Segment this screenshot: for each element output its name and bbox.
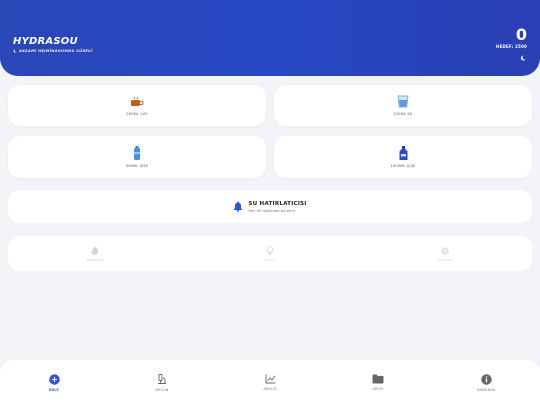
drink-card-tea[interactable]: 200ML ÇAY (8, 85, 266, 126)
reminder-title: SU HATIRLATICISI (248, 200, 307, 207)
drink-card-large-bottle[interactable]: 1000ML ŞİŞE (274, 136, 532, 178)
nav-analysis[interactable]: ANALİZ (230, 374, 310, 391)
reminder-text: SU HATIRLATICISI Her 90 dakikada bildiri… (248, 201, 306, 213)
extra-label: AYARLAR (437, 257, 452, 262)
bottom-nav: EKLE BUGÜN ANALİZ ARŞİV HAKKINDA (0, 360, 540, 405)
water-bottle-icon (134, 146, 140, 160)
chart-icon (265, 374, 275, 384)
lightbulb-icon (266, 245, 274, 255)
water-reminder[interactable]: SU HATIRLATICISI Her 90 dakikada bildiri… (8, 190, 532, 223)
nav-today[interactable]: BUGÜN (122, 373, 202, 392)
app-title: HYDRASOU (13, 36, 78, 47)
nav-label: BUGÜN (155, 387, 169, 392)
brand: HYDRASOU AKŞAMI HEJMİNAHUMDU SÜRECİ (13, 36, 93, 53)
extra-label: İPUCU (265, 257, 275, 262)
nav-label: ANALİZ (263, 387, 277, 391)
subtitle-text: AKŞAMI HEJMİNAHUMDU SÜRECİ (19, 49, 93, 53)
drink-label: 200ML SU (393, 112, 413, 116)
plus-circle-icon (48, 373, 60, 385)
intake-counter: 0 HEDEF: 2500 (496, 25, 527, 50)
reminder-subtitle: Her 90 dakikada bildirim (248, 207, 296, 213)
folder-icon (372, 374, 384, 384)
gear-icon (440, 246, 449, 255)
drink-label: 500ML ŞİŞE (125, 164, 149, 168)
nav-label: ARŞİV (372, 387, 384, 391)
nav-archive[interactable]: ARŞİV (338, 374, 418, 391)
nav-label: EKLE (49, 387, 59, 392)
info-icon (480, 373, 492, 385)
extra-locations[interactable]: KONUMLAR (55, 246, 135, 262)
bell-icon (234, 201, 243, 212)
extras-bar: KONUMLAR İPUCU AYARLAR (8, 236, 532, 271)
tea-cup-icon (131, 96, 144, 106)
drink-label: 200ML ÇAY (126, 111, 148, 116)
moon-icon[interactable] (520, 55, 526, 61)
nav-label: HAKKINDA (476, 387, 496, 392)
nav-add[interactable]: EKLE (14, 373, 94, 392)
hand-icon (90, 246, 98, 255)
app-header: HYDRASOU AKŞAMI HEJMİNAHUMDU SÜRECİ 0 HE… (0, 0, 540, 76)
large-bottle-icon (399, 146, 407, 160)
extra-tips[interactable]: İPUCU (230, 245, 310, 262)
water-glass-icon (397, 95, 409, 108)
drink-card-water[interactable]: 200ML SU (274, 85, 532, 126)
extra-settings[interactable]: AYARLAR (405, 246, 485, 262)
drink-card-bottle[interactable]: 500ML ŞİŞE (8, 136, 266, 178)
drink-label: 1000ML ŞİŞE (390, 164, 416, 168)
extra-label: KONUMLAR (86, 257, 104, 262)
intake-value: 0 (515, 25, 527, 44)
intake-goal: HEDEF: 2500 (496, 44, 527, 49)
app-subtitle: AKŞAMI HEJMİNAHUMDU SÜRECİ (13, 49, 93, 53)
calendar-icon (158, 373, 166, 384)
moon-small-icon (13, 49, 17, 53)
nav-about[interactable]: HAKKINDA (446, 373, 526, 392)
